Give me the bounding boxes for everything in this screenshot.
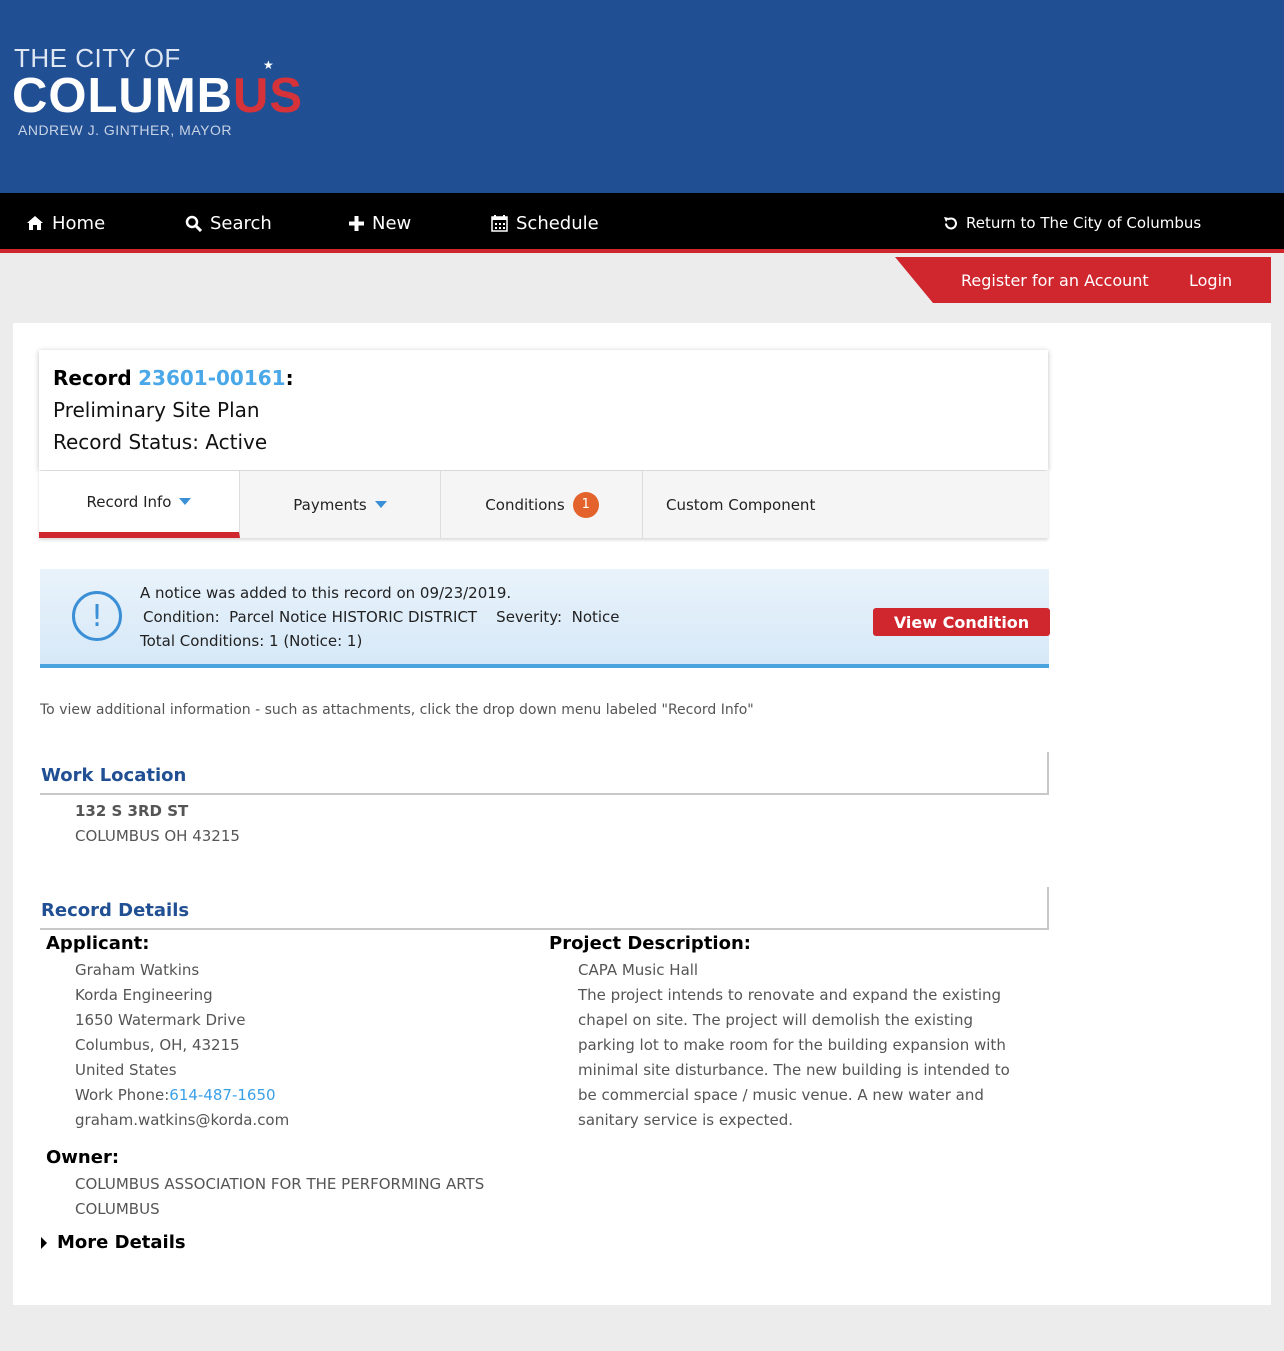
star-icon: ★ <box>263 58 274 72</box>
applicant-city: Columbus, OH, 43215 <box>75 1036 240 1054</box>
caret-down-icon <box>374 501 387 508</box>
register-link[interactable]: Register for an Account <box>961 271 1149 290</box>
nav-home[interactable]: Home <box>26 193 105 253</box>
project-desc-line: parking lot to make room for the buildin… <box>578 1036 1006 1054</box>
applicant-street: 1650 Watermark Drive <box>75 1011 246 1029</box>
more-details-label: More Details <box>57 1232 186 1253</box>
tab-custom-component[interactable]: Custom Component <box>644 471 1048 538</box>
tab-conditions-label: Conditions <box>485 495 565 514</box>
site-header: THE CITY OF COLUMBUS ★ ANDREW J. GINTHER… <box>0 0 1284 193</box>
plus-icon <box>349 215 364 231</box>
tab-record-info-label: Record Info <box>86 492 172 511</box>
record-status: Record Status: Active <box>53 430 268 454</box>
tab-conditions[interactable]: Conditions 1 <box>442 471 643 538</box>
condition-notice: ! A notice was added to this record on 0… <box>40 569 1050 668</box>
project-description-label: Project Description: <box>549 933 751 954</box>
nav-search[interactable]: Search <box>185 193 272 253</box>
undo-icon <box>944 216 957 229</box>
conditions-count-badge: 1 <box>572 491 599 518</box>
record-id: Record 23601-00161: <box>53 366 294 390</box>
notice-line3: Total Conditions: 1 (Notice: 1) <box>140 632 363 650</box>
city-logo[interactable]: THE CITY OF COLUMBUS ★ ANDREW J. GINTHER… <box>12 40 332 150</box>
caret-right-icon <box>41 1236 47 1249</box>
owner-name: COLUMBUS ASSOCIATION FOR THE PERFORMING … <box>75 1175 485 1193</box>
applicant-email: graham.watkins@korda.com <box>75 1111 290 1129</box>
home-icon <box>27 216 43 230</box>
banner-corner <box>895 257 933 303</box>
more-details-toggle[interactable]: More Details <box>41 1232 186 1253</box>
project-desc-line: The project intends to renovate and expa… <box>578 986 1002 1004</box>
address-line2: COLUMBUS OH 43215 <box>75 827 240 845</box>
owner-label: Owner: <box>46 1147 120 1168</box>
nav-search-label: Search <box>210 212 272 234</box>
record-number: 23601-00161 <box>138 366 286 390</box>
nav-home-label: Home <box>52 212 106 234</box>
project-title: CAPA Music Hall <box>578 961 699 979</box>
record-details-heading: Record Details <box>40 887 1049 930</box>
owner-city: COLUMBUS <box>75 1200 160 1218</box>
exclamation-icon: ! <box>72 591 122 641</box>
notice-line2: Condition: Parcel Notice HISTORIC DISTRI… <box>143 608 620 626</box>
phone-link[interactable]: 614-487-1650 <box>169 1086 275 1104</box>
notice-line1: A notice was added to this record on 09/… <box>140 584 512 602</box>
phone-label: Work Phone: <box>75 1086 170 1104</box>
project-desc-line: minimal site disturbance. The new buildi… <box>578 1061 1010 1079</box>
record-type: Preliminary Site Plan <box>53 398 260 422</box>
view-condition-button[interactable]: View Condition <box>873 608 1050 636</box>
project-desc-line: be commercial space / music venue. A new… <box>578 1086 984 1104</box>
caret-down-icon <box>179 498 192 505</box>
nav-schedule-label: Schedule <box>516 212 599 234</box>
record-tabs: Record Info Payments Conditions 1 Custom … <box>39 471 1048 538</box>
calendar-icon <box>491 214 508 232</box>
nav-schedule[interactable]: Schedule <box>491 193 599 253</box>
record-header: Record 23601-00161: Preliminary Site Pla… <box>39 350 1048 470</box>
logo-line3: ANDREW J. GINTHER, MAYOR <box>18 122 232 138</box>
work-location-title: Work Location <box>41 765 187 786</box>
nav-new-label: New <box>372 212 412 234</box>
tab-custom-label: Custom Component <box>666 495 816 514</box>
search-icon <box>185 215 202 232</box>
nav-return[interactable]: Return to The City of Columbus <box>943 193 1201 253</box>
applicant-country: United States <box>75 1061 177 1079</box>
account-banner: Register for an Account Login <box>895 257 1271 303</box>
logo-line2: COLUMBUS <box>12 69 304 123</box>
record-details-title: Record Details <box>41 900 190 921</box>
main-nav: Home Search New Schedule Return to The C… <box>0 193 1284 253</box>
applicant-name: Graham Watkins <box>75 961 200 979</box>
work-location-heading: Work Location <box>40 752 1049 795</box>
tab-payments[interactable]: Payments <box>240 471 441 538</box>
address-line1: 132 S 3RD ST <box>75 802 189 820</box>
login-link[interactable]: Login <box>1189 271 1232 290</box>
nav-return-label: Return to The City of Columbus <box>966 214 1202 232</box>
project-desc-line: sanitary service is expected. <box>578 1111 794 1129</box>
applicant-phone: Work Phone:614-487-1650 <box>75 1086 276 1104</box>
nav-new[interactable]: New <box>349 193 411 253</box>
tab-record-info[interactable]: Record Info <box>39 471 240 538</box>
info-text: To view additional information - such as… <box>40 702 754 718</box>
applicant-company: Korda Engineering <box>75 986 213 1004</box>
tab-payments-label: Payments <box>293 495 367 514</box>
project-desc-line: chapel on site. The project will demolis… <box>578 1011 973 1029</box>
applicant-label: Applicant: <box>46 933 150 954</box>
